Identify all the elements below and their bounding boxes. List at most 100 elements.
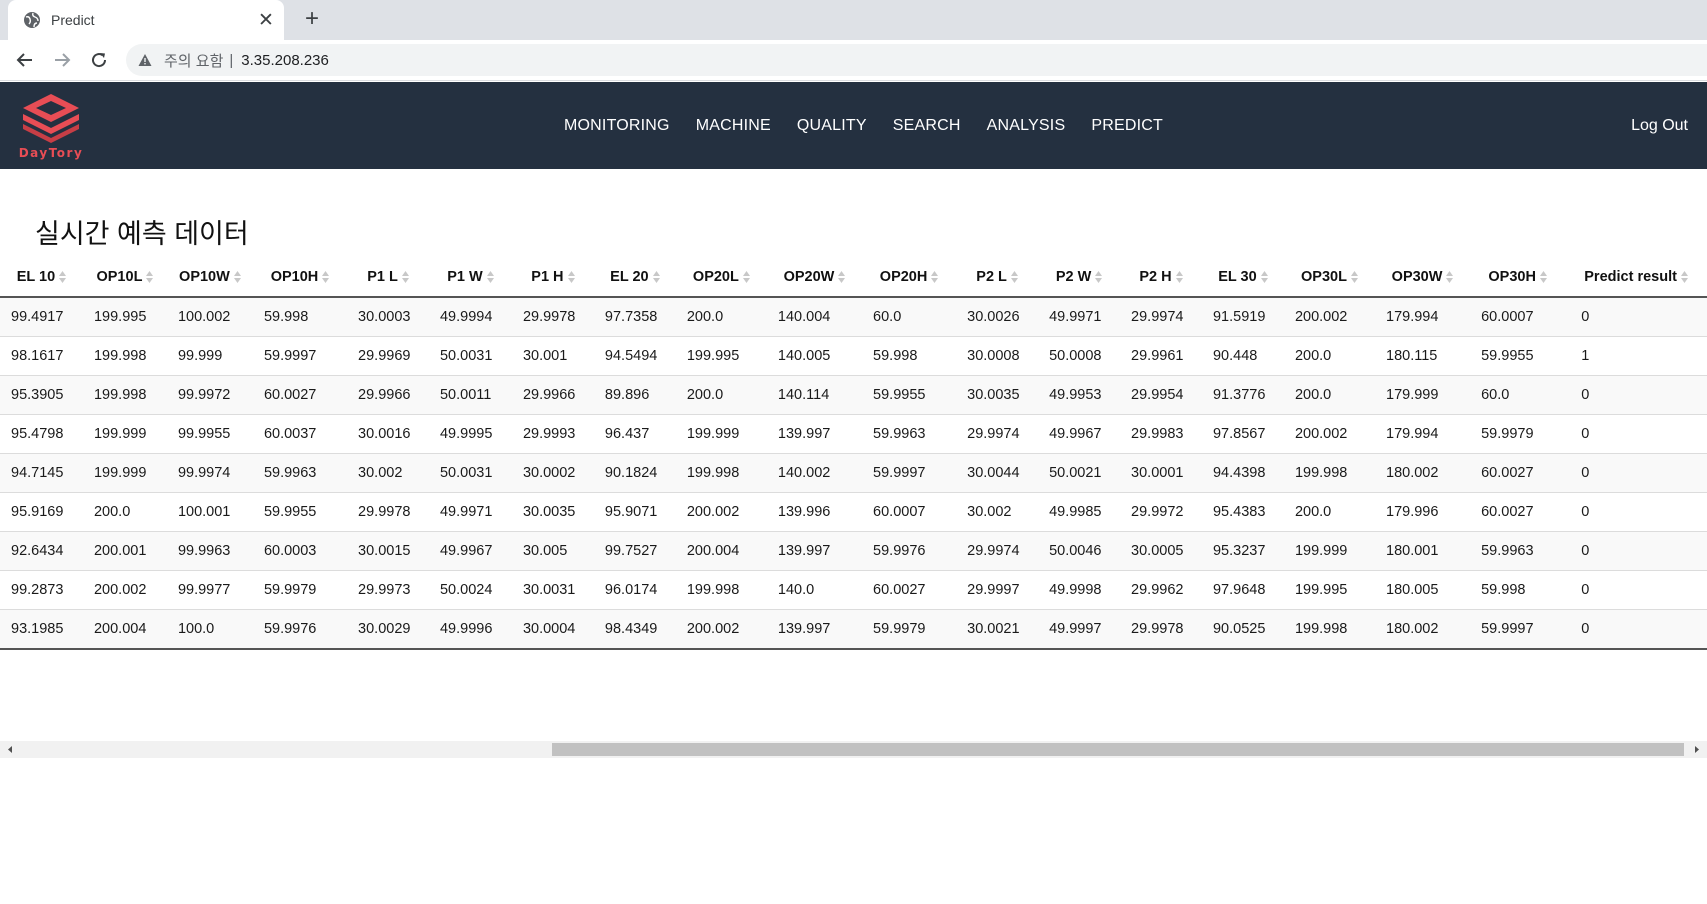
sort-icon[interactable] <box>1446 270 1454 283</box>
sort-icon[interactable] <box>931 270 939 283</box>
table-cell: 92.6434 <box>0 531 83 571</box>
sort-icon[interactable] <box>233 270 241 283</box>
column-header[interactable]: P1 W <box>428 257 512 298</box>
column-header[interactable]: P1 H <box>511 257 594 298</box>
browser-tab[interactable]: Predict ✕ <box>8 0 284 40</box>
column-header[interactable]: EL 30 <box>1201 257 1284 298</box>
scroll-right-arrow-icon[interactable] <box>1691 741 1703 758</box>
sort-icon[interactable] <box>1260 270 1268 283</box>
table-cell: 200.004 <box>82 609 167 650</box>
sort-icon[interactable] <box>1095 270 1103 283</box>
table-cell: 139.997 <box>766 531 863 571</box>
table-cell: 60.0007 <box>1470 297 1566 337</box>
close-tab-icon[interactable]: ✕ <box>252 11 280 30</box>
column-header-label: OP20W <box>783 268 835 285</box>
sort-icon[interactable] <box>1010 270 1018 283</box>
menu-machine[interactable]: MACHINE <box>696 117 771 135</box>
menu-monitoring[interactable]: MONITORING <box>564 117 670 135</box>
table-cell: 60.0027 <box>1470 492 1566 532</box>
sort-icon[interactable] <box>486 270 494 283</box>
table-cell: 94.5494 <box>593 336 676 376</box>
column-header[interactable]: OP30H <box>1470 257 1566 298</box>
table-cell: 29.9978 <box>347 492 429 532</box>
sort-icon[interactable] <box>1539 270 1547 283</box>
table-cell: 140.004 <box>766 297 863 337</box>
table-cell: 99.9972 <box>166 375 253 415</box>
menu-quality[interactable]: QUALITY <box>797 117 867 135</box>
table-cell: 30.001 <box>511 336 594 376</box>
sort-icon[interactable] <box>1350 270 1358 283</box>
prediction-table: EL 10 OP10L OP10W OP10H P1 L P1 W P1 H EL 20 OP2… <box>0 257 1707 650</box>
column-header[interactable]: OP10W <box>166 257 253 298</box>
column-header[interactable]: EL 10 <box>0 257 83 298</box>
table-cell: 29.9978 <box>511 297 594 337</box>
table-cell: 30.0002 <box>511 453 594 493</box>
column-header[interactable]: OP20L <box>675 257 767 298</box>
column-header[interactable]: P2 W <box>1038 257 1121 298</box>
table-cell: 90.448 <box>1201 336 1284 376</box>
sort-icon[interactable] <box>742 270 750 283</box>
table-cell: 200.002 <box>1283 414 1375 454</box>
table-cell: 30.0008 <box>956 336 1039 376</box>
menu-predict[interactable]: PREDICT <box>1091 117 1163 135</box>
table-row: 95.9169 200.0 100.001 59.9955 29.9978 49.9971… <box>0 492 1707 532</box>
table-cell: 30.0029 <box>347 609 429 650</box>
column-header[interactable]: OP10L <box>82 257 167 298</box>
column-header[interactable]: P2 H <box>1120 257 1202 298</box>
sort-icon[interactable] <box>1680 270 1688 283</box>
table-cell: 199.998 <box>82 336 167 376</box>
table-cell: 30.0004 <box>511 609 594 650</box>
column-header[interactable]: OP30W <box>1375 257 1471 298</box>
reload-icon[interactable] <box>87 48 111 72</box>
column-header[interactable]: OP20H <box>862 257 957 298</box>
table-cell: 99.999 <box>166 336 253 376</box>
url-text[interactable]: 3.35.208.236 <box>241 52 329 69</box>
table-cell: 49.9971 <box>1038 297 1121 337</box>
back-arrow-icon[interactable] <box>13 48 37 72</box>
sort-icon[interactable] <box>322 270 330 283</box>
prediction-table-container[interactable]: EL 10 OP10L OP10W OP10H P1 L P1 W P1 H EL 20 OP2… <box>0 257 1707 702</box>
menu-analysis[interactable]: ANALYSIS <box>987 117 1066 135</box>
security-warning[interactable]: 주의 요함 <box>164 50 223 71</box>
daytory-logo[interactable]: DayTory <box>11 90 91 162</box>
column-header[interactable]: EL 20 <box>593 257 676 298</box>
sort-icon[interactable] <box>1175 270 1183 283</box>
sort-icon[interactable] <box>59 270 67 283</box>
column-header[interactable]: OP10H <box>252 257 348 298</box>
sort-icon[interactable] <box>401 270 409 283</box>
table-cell: 96.0174 <box>593 570 676 610</box>
sort-icon[interactable] <box>838 270 846 283</box>
table-row: 92.6434 200.001 99.9963 60.0003 30.0015 49.99… <box>0 531 1707 571</box>
menu-search[interactable]: SEARCH <box>893 117 961 135</box>
table-cell: 59.9955 <box>862 375 957 415</box>
table-cell: 29.9974 <box>956 531 1039 571</box>
browser-tabstrip: Predict ✕ + <box>0 0 1707 40</box>
table-cell: 59.998 <box>1470 570 1566 610</box>
address-bar[interactable]: 주의 요함 | 3.35.208.236 <box>126 44 1707 76</box>
column-header-label: OP10H <box>270 268 319 285</box>
horizontal-scrollbar[interactable] <box>0 741 1707 758</box>
scrollbar-thumb[interactable] <box>552 743 1684 756</box>
column-header[interactable]: OP30L <box>1283 257 1375 298</box>
column-header[interactable]: P2 L <box>956 257 1039 298</box>
new-tab-icon[interactable]: + <box>298 5 326 33</box>
table-cell: 30.0016 <box>347 414 429 454</box>
scroll-left-arrow-icon[interactable] <box>4 741 16 758</box>
column-header[interactable]: OP20W <box>766 257 863 298</box>
table-cell: 98.4349 <box>593 609 676 650</box>
forward-arrow-icon[interactable] <box>50 48 74 72</box>
table-cell: 49.9985 <box>1038 492 1121 532</box>
predict-result-cell: 0 <box>1565 492 1707 532</box>
table-cell: 179.996 <box>1375 492 1471 532</box>
table-cell: 50.0024 <box>428 570 512 610</box>
column-header[interactable]: P1 L <box>347 257 429 298</box>
table-cell: 59.998 <box>252 297 348 337</box>
sort-icon[interactable] <box>652 270 660 283</box>
table-cell: 100.0 <box>166 609 253 650</box>
logout-link[interactable]: Log Out <box>1631 82 1688 169</box>
table-cell: 200.002 <box>675 492 767 532</box>
table-cell: 59.9997 <box>862 453 957 493</box>
column-header[interactable]: Predict result <box>1565 257 1707 298</box>
sort-icon[interactable] <box>567 270 575 283</box>
sort-icon[interactable] <box>146 270 154 283</box>
